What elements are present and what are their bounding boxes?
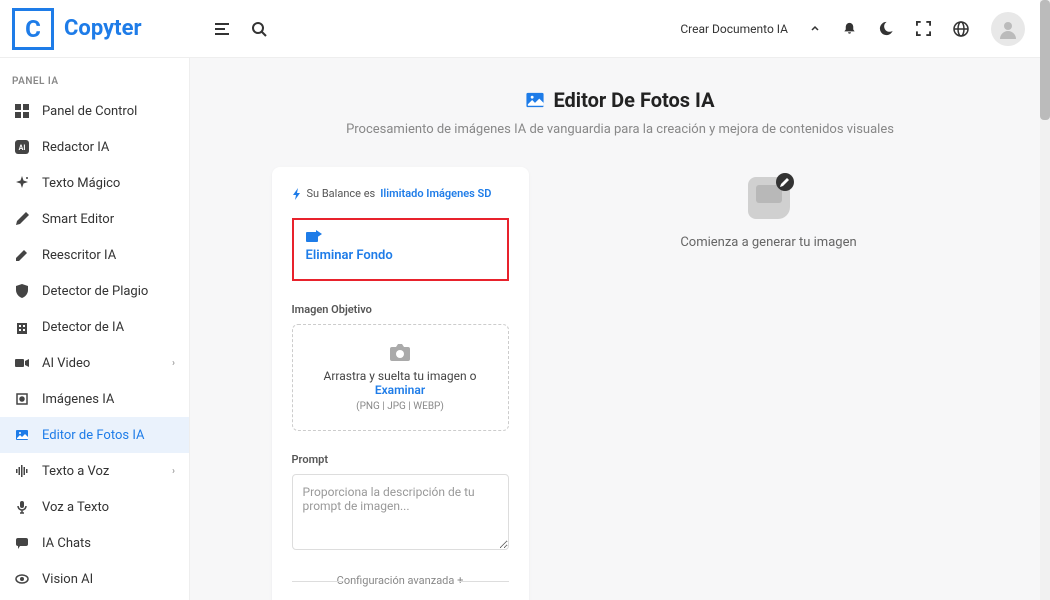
controls-panel: Su Balance es Ilimitado Imágenes SD Elim… bbox=[272, 167, 529, 600]
photo-icon bbox=[525, 90, 545, 110]
target-image-label: Imagen Objetivo bbox=[292, 303, 509, 316]
nav-label: Vision AI bbox=[42, 572, 93, 587]
scrollbar[interactable] bbox=[1040, 0, 1050, 600]
avatar[interactable] bbox=[991, 12, 1025, 46]
sound-icon bbox=[14, 463, 30, 479]
image-frame-icon bbox=[14, 391, 30, 407]
sparkle-icon bbox=[14, 175, 30, 191]
prompt-label: Prompt bbox=[292, 453, 509, 466]
bell-icon[interactable] bbox=[842, 21, 857, 36]
camera-icon bbox=[303, 343, 498, 363]
ai-icon: AI bbox=[14, 139, 30, 155]
tool-selector[interactable]: Eliminar Fondo bbox=[292, 218, 509, 281]
menu-toggle-icon[interactable] bbox=[215, 21, 231, 37]
balance-info: Su Balance es Ilimitado Imágenes SD bbox=[292, 187, 509, 200]
sidebar-item-texto-magico[interactable]: Texto Mágico bbox=[0, 165, 189, 201]
preview-panel: Comienza a generar tu imagen bbox=[569, 167, 969, 600]
search-icon[interactable] bbox=[251, 21, 267, 37]
sidebar-item-plagio[interactable]: Detector de Plagio bbox=[0, 273, 189, 309]
image-dropzone[interactable]: Arrastra y suelta tu imagen o Examinar (… bbox=[292, 324, 509, 431]
building-icon bbox=[14, 319, 30, 335]
placeholder-image-icon bbox=[748, 177, 790, 219]
edit-icon bbox=[14, 247, 30, 263]
chevron-right-icon: › bbox=[172, 466, 175, 477]
nav-label: Smart Editor bbox=[42, 212, 114, 227]
scrollbar-thumb[interactable] bbox=[1040, 0, 1050, 120]
dropzone-formats: (PNG | JPG | WEBP) bbox=[303, 401, 498, 412]
shield-icon bbox=[14, 283, 30, 299]
nav-label: Texto Mágico bbox=[42, 176, 120, 191]
page-subtitle: Procesamiento de imágenes IA de vanguard… bbox=[230, 122, 1010, 137]
chevron-up-icon[interactable] bbox=[810, 24, 820, 34]
nav-label: Editor de Fotos IA bbox=[42, 428, 144, 443]
svg-text:AI: AI bbox=[19, 144, 26, 152]
sidebar-item-ai-video[interactable]: AI Video › bbox=[0, 345, 189, 381]
main-content: Editor De Fotos IA Procesamiento de imág… bbox=[190, 0, 1050, 600]
sidebar-section-label: PANEL IA bbox=[0, 58, 189, 93]
nav-label: Imágenes IA bbox=[42, 392, 114, 407]
nav-label: Redactor IA bbox=[42, 140, 109, 155]
nav-label: Detector de Plagio bbox=[42, 284, 148, 299]
sidebar-item-editor-fotos[interactable]: Editor de Fotos IA bbox=[0, 417, 189, 453]
nav-label: Texto a Voz bbox=[42, 464, 109, 479]
sidebar-item-reescritor[interactable]: Reescritor IA bbox=[0, 237, 189, 273]
sidebar-item-vision[interactable]: Vision AI bbox=[0, 561, 189, 597]
sidebar-item-redactor[interactable]: AI Redactor IA bbox=[0, 129, 189, 165]
chat-icon bbox=[14, 535, 30, 551]
moon-icon[interactable] bbox=[879, 21, 894, 36]
header: C Copyter Crear Documento IA bbox=[0, 0, 1040, 58]
logo-icon: C bbox=[12, 8, 54, 50]
sidebar-item-texto-voz[interactable]: Texto a Voz › bbox=[0, 453, 189, 489]
sidebar-item-chats[interactable]: IA Chats bbox=[0, 525, 189, 561]
nav-label: IA Chats bbox=[42, 536, 91, 551]
advanced-config-toggle[interactable]: Configuración avanzada + bbox=[292, 574, 509, 587]
sidebar-item-smart-editor[interactable]: Smart Editor bbox=[0, 201, 189, 237]
nav-label: Reescritor IA bbox=[42, 248, 116, 263]
preview-placeholder-text: Comienza a generar tu imagen bbox=[680, 235, 856, 250]
nav-label: AI Video bbox=[42, 356, 90, 371]
chevron-right-icon: › bbox=[172, 358, 175, 369]
create-doc-label[interactable]: Crear Documento IA bbox=[680, 22, 788, 36]
photo-icon bbox=[14, 427, 30, 443]
sidebar: PANEL IA Panel de Control AI Redactor IA… bbox=[0, 0, 190, 600]
tool-label: Eliminar Fondo bbox=[306, 248, 495, 263]
mic-icon bbox=[14, 499, 30, 515]
pen-icon bbox=[14, 211, 30, 227]
globe-icon[interactable] bbox=[953, 21, 969, 37]
sidebar-item-panel-control[interactable]: Panel de Control bbox=[0, 93, 189, 129]
page-title: Editor De Fotos IA bbox=[525, 88, 714, 112]
sidebar-item-detector-ia[interactable]: Detector de IA bbox=[0, 309, 189, 345]
dropzone-text: Arrastra y suelta tu imagen o Examinar bbox=[303, 369, 498, 397]
nav-label: Panel de Control bbox=[42, 104, 137, 119]
eye-icon bbox=[14, 571, 30, 587]
prompt-input[interactable] bbox=[292, 474, 509, 550]
video-icon bbox=[14, 355, 30, 371]
edit-badge-icon bbox=[776, 173, 794, 191]
dashboard-icon bbox=[14, 103, 30, 119]
sidebar-item-voz-texto[interactable]: Voz a Texto bbox=[0, 489, 189, 525]
browse-link[interactable]: Examinar bbox=[375, 383, 425, 397]
brand-name: Copyter bbox=[64, 16, 142, 41]
nav-label: Voz a Texto bbox=[42, 500, 109, 515]
sidebar-item-imagenes[interactable]: Imágenes IA bbox=[0, 381, 189, 417]
fullscreen-icon[interactable] bbox=[916, 21, 931, 36]
logo[interactable]: C Copyter bbox=[0, 8, 190, 50]
remove-bg-icon bbox=[306, 230, 495, 244]
nav-label: Detector de IA bbox=[42, 320, 124, 335]
bolt-icon bbox=[292, 188, 302, 200]
